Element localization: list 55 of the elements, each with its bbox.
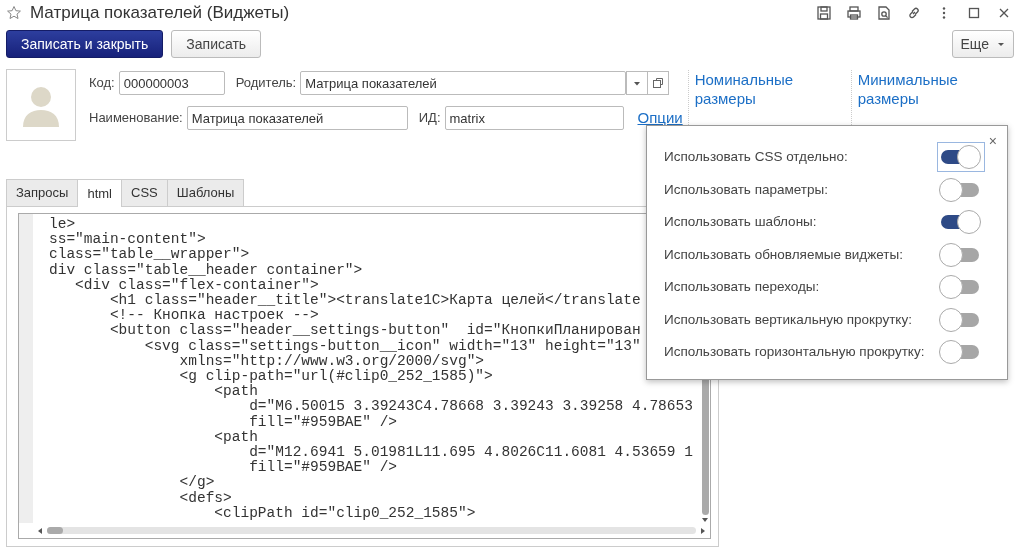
star-icon[interactable]	[6, 4, 22, 21]
scrollbar-thumb[interactable]	[47, 527, 63, 534]
tab[interactable]: html	[77, 179, 122, 207]
option-label: Использовать шаблоны:	[664, 213, 817, 232]
caret-icon	[633, 80, 642, 86]
code-line: <g clip-path="url(#clip0_252_1585)">	[178, 369, 494, 385]
scroll-down-icon[interactable]	[701, 517, 709, 523]
save-and-close-button[interactable]: Записать и закрыть	[6, 30, 164, 58]
option-label: Использовать CSS отдельно:	[664, 148, 848, 167]
save-button[interactable]: Записать	[171, 30, 262, 58]
code-line: </g>	[178, 475, 216, 491]
save-icon[interactable]	[816, 4, 832, 21]
id-label: ИД:	[418, 109, 441, 128]
name-field[interactable]: Матрица показателей	[186, 106, 408, 130]
code-line: fill="#959BAE" />	[248, 414, 399, 430]
code-field[interactable]: 000000003	[118, 71, 225, 95]
preview-icon[interactable]	[876, 4, 892, 21]
option-label: Использовать переходы:	[664, 278, 820, 297]
size-group-title: Номинальные размеры	[694, 70, 795, 108]
code-line: xmlns="http://www.w3.org/2000/svg">	[179, 353, 486, 369]
code-line: ss="main-content">	[49, 232, 206, 248]
tab[interactable]: Запросы	[6, 179, 79, 206]
option-label: Использовать горизонтальную прокрутку:	[664, 343, 925, 362]
code-line: <defs>	[178, 490, 233, 506]
print-icon[interactable]	[846, 4, 862, 21]
code-line: d="M12.6941 5.01981L11.695 4.8026C11.6081 4.53659 1	[248, 445, 694, 461]
parent-label: Родитель:	[235, 74, 297, 93]
code-line: <h1 class="header__title"><translate1C>Карта целей</translate	[108, 293, 642, 309]
option-label: Использовать обновляемые виджеты:	[664, 245, 903, 264]
tab[interactable]: Шаблоны	[166, 179, 245, 206]
parent-field[interactable]: Матрица показателей	[300, 71, 627, 95]
size-group-title: Минимальные размеры	[857, 70, 959, 108]
code-line: <button class="header__settings-button" id="КнопкиПланирован	[108, 323, 642, 339]
code-line: <path	[213, 429, 259, 445]
code-line: div class="table__header container">	[49, 262, 364, 278]
dropdown-button[interactable]	[626, 71, 649, 95]
caret-icon	[997, 41, 1005, 47]
code-line: <clipPath id="clip0_252_1585">	[213, 505, 477, 522]
option-label: Использовать параметры:	[664, 180, 828, 199]
window-title: Матрица показателей (Виджеты)	[30, 1, 290, 24]
more-button[interactable]: Еще	[951, 30, 1014, 58]
code-line: fill="#959BAE" />	[248, 460, 399, 476]
tab[interactable]: CSS	[121, 179, 168, 206]
code-line: d="M6.50015 3.39243C4.78668 3.39243 3.39258 4.78653	[249, 399, 694, 415]
code-label: Код:	[89, 74, 115, 93]
code-line: <path	[214, 384, 258, 400]
toggle-switch[interactable]	[939, 209, 983, 236]
open-window-icon	[652, 77, 665, 89]
option-label: Использовать вертикальную прокрутку:	[664, 310, 912, 329]
close-button[interactable]: ×	[988, 134, 997, 148]
name-label: Наименование:	[89, 109, 183, 128]
scroll-right-icon[interactable]	[700, 526, 706, 535]
id-field[interactable]: matrix	[444, 106, 624, 130]
scroll-left-icon[interactable]	[37, 526, 43, 535]
open-button[interactable]	[647, 71, 670, 95]
